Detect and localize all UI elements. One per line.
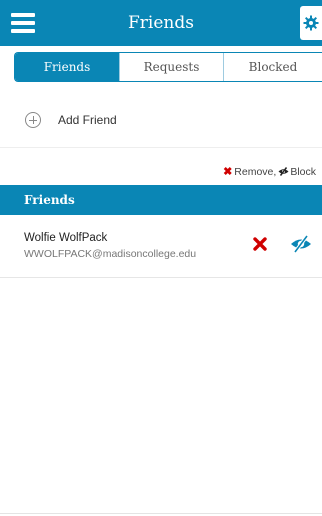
page-title: Friends bbox=[128, 13, 194, 33]
tab-requests[interactable]: Requests bbox=[119, 53, 223, 81]
close-icon bbox=[253, 237, 267, 251]
block-friend-button[interactable] bbox=[290, 234, 312, 254]
plus-circle-icon bbox=[25, 112, 41, 128]
friend-email: WWOLFPACK@madisoncollege.edu bbox=[24, 248, 197, 260]
menu-button[interactable] bbox=[8, 8, 38, 38]
top-bar: Friends bbox=[0, 0, 322, 46]
remove-friend-button[interactable] bbox=[252, 236, 268, 252]
tab-bar: Friends Requests Blocked bbox=[14, 52, 322, 82]
block-legend-icon bbox=[278, 167, 289, 176]
footer-divider bbox=[0, 513, 322, 514]
add-friend-button[interactable]: Add Friend bbox=[0, 100, 322, 144]
friend-name: Wolfie WolfPack bbox=[24, 232, 108, 244]
gear-icon bbox=[303, 15, 319, 31]
remove-legend-icon: ✖ bbox=[223, 166, 233, 178]
block-legend-label: Block bbox=[290, 165, 316, 178]
tab-friends[interactable]: Friends bbox=[15, 53, 119, 81]
list-item: Wolfie WolfPack WWOLFPACK@madisoncollege… bbox=[0, 224, 322, 268]
divider bbox=[0, 147, 322, 148]
remove-legend-label: Remove, bbox=[234, 165, 277, 178]
action-legend: ✖ Remove, Block bbox=[223, 165, 316, 179]
friends-section-header: Friends bbox=[0, 185, 322, 215]
tab-blocked[interactable]: Blocked bbox=[223, 53, 322, 81]
add-friend-label: Add Friend bbox=[58, 113, 117, 127]
settings-button[interactable] bbox=[300, 6, 322, 40]
divider bbox=[0, 277, 322, 278]
eye-slash-icon bbox=[291, 234, 311, 254]
